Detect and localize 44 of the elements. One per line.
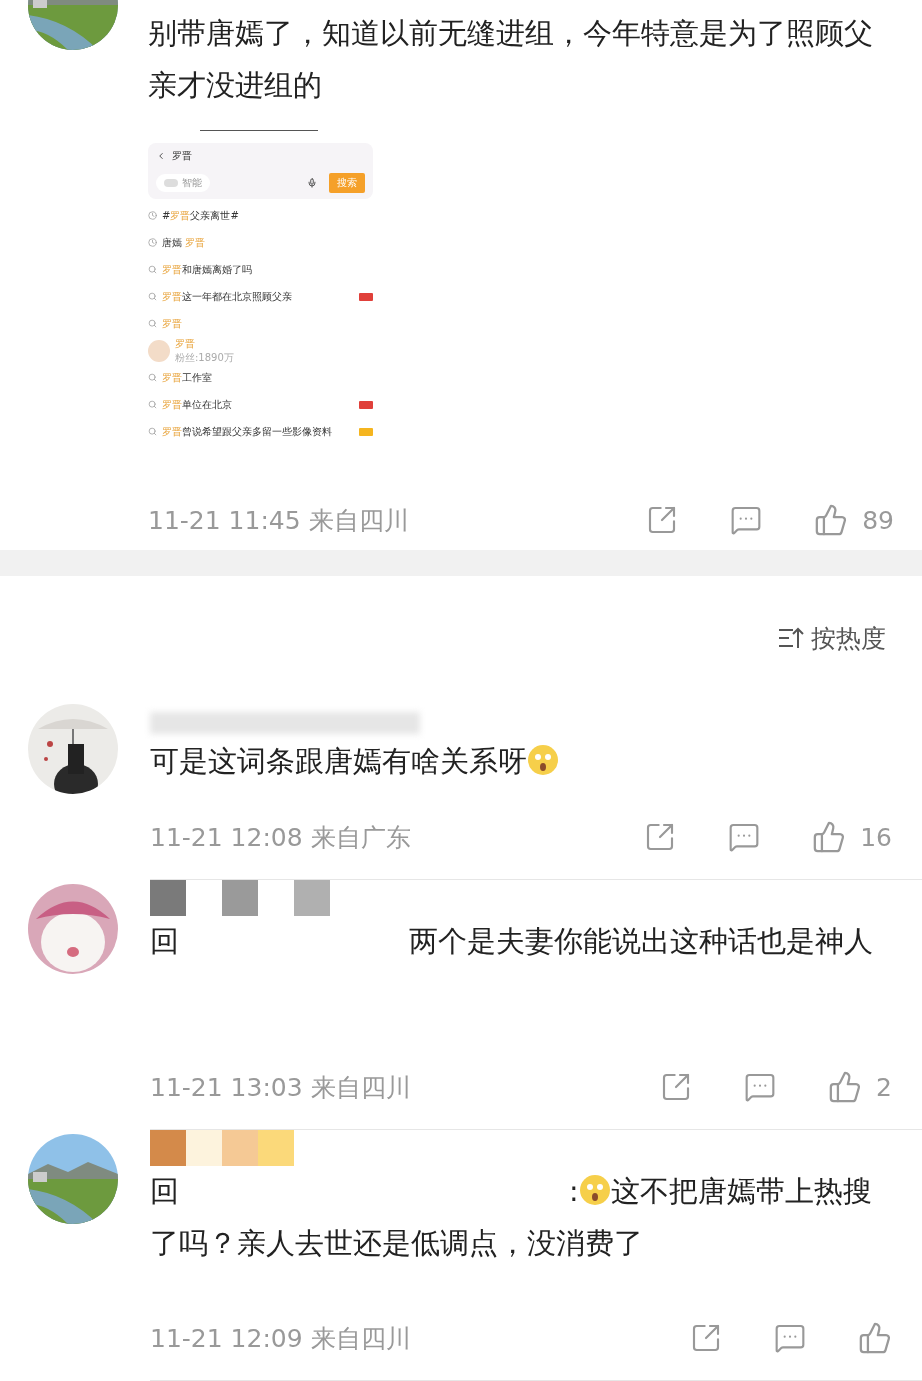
search-icon <box>148 265 157 274</box>
comment-text: 回 两个是夫妻你能说出这种话也是神人 <box>150 924 874 960</box>
suggestion-text[interactable]: 罗晋单位在北京 <box>162 397 232 412</box>
like-count: 16 <box>860 822 892 852</box>
comment-time: 11-21 12:08 来自广东 <box>150 821 411 854</box>
comment-time: 11-21 11:45 来自四川 <box>148 504 409 537</box>
like-count: 2 <box>876 1072 892 1102</box>
comment-icon[interactable] <box>744 1071 777 1103</box>
emoji-icon <box>527 744 559 776</box>
emoji-icon <box>578 1174 611 1206</box>
comment-icon[interactable] <box>774 1322 806 1354</box>
comment-icon[interactable] <box>728 821 761 853</box>
history-icon <box>148 238 157 247</box>
suggestion-text[interactable]: 唐嫣 罗晋 <box>162 235 206 250</box>
suggestion-text[interactable]: 罗晋这一年都在北京照顾父亲 <box>162 289 292 304</box>
search-query: 罗晋 <box>172 149 192 163</box>
follower-count: 粉丝:1890万 <box>175 350 234 365</box>
suggestion-text[interactable]: 罗晋曾说希望跟父亲多留一些影像资料 <box>162 424 332 439</box>
share-icon[interactable] <box>690 1322 722 1354</box>
like-icon[interactable] <box>858 1321 892 1355</box>
search-icon <box>148 319 157 328</box>
search-icon <box>148 373 157 382</box>
like-icon[interactable] <box>828 1070 863 1104</box>
like-icon[interactable] <box>812 820 847 854</box>
search-icon <box>148 400 157 409</box>
sort-icon <box>777 626 805 650</box>
search-icon <box>148 292 157 301</box>
sort-button[interactable]: 按热度 <box>777 621 886 655</box>
comment-text: 可是这词条跟唐嫣有啥关系呀 <box>150 736 892 788</box>
history-icon <box>148 211 157 220</box>
like-count: 89 <box>862 505 894 535</box>
comment-time: 11-21 12:09 来自四川 <box>150 1322 411 1355</box>
comment-text: 回 : 这不把唐嫣带上热搜了吗？亲人去世还是低调点，没消费了 <box>150 1173 873 1262</box>
comment-icon[interactable] <box>730 504 763 536</box>
search-icon <box>148 427 157 436</box>
suggestion-text[interactable]: 罗晋和唐嫣离婚了吗 <box>162 262 252 277</box>
avatar-icon <box>148 339 170 362</box>
like-icon[interactable] <box>814 503 849 537</box>
comment-time: 11-21 13:03 来自四川 <box>150 1071 411 1104</box>
mic-icon[interactable] <box>307 178 317 188</box>
back-icon[interactable] <box>156 151 166 161</box>
suggestion-text[interactable]: #罗晋父亲离世# <box>162 208 239 223</box>
comment-text: 别带唐嫣了，知道以前无缝进组，今年特意是为了照顾父亲才没进组的 <box>148 16 874 104</box>
suggestion-text[interactable]: 罗晋工作室 <box>162 370 212 385</box>
